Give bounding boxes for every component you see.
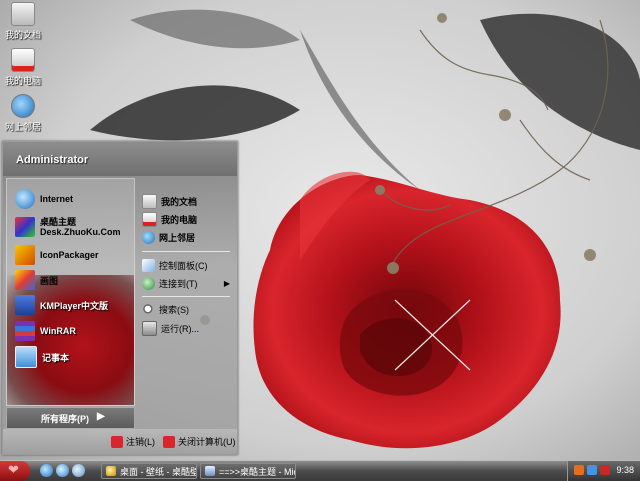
task-button-theme[interactable]: ==>>桌酷主题 - Mic...	[200, 463, 296, 479]
control-panel-icon	[142, 258, 155, 272]
menu-item-label: 我的电脑	[161, 214, 198, 225]
log-off-label: 注销(L)	[126, 437, 155, 447]
start-menu-header: Administrator	[3, 142, 237, 176]
globe-icon	[11, 94, 35, 118]
menu-item-paint[interactable]: 画图	[15, 268, 133, 292]
iconpackager-icon	[15, 245, 35, 265]
paint-icon	[15, 270, 35, 290]
menu-item-label: KMPlayer中文版	[40, 300, 109, 311]
desktop-icon-label: 网上邻居	[4, 122, 41, 132]
taskbar: ❤ 桌面 - 壁纸 - 桌酷壁... ==>>桌酷主题 - Mic... 9:3…	[0, 460, 640, 481]
menu-item-my-computer[interactable]: 我的电脑	[142, 210, 232, 228]
menu-item-label: 控制面板(C)	[159, 260, 208, 271]
search-icon	[142, 302, 155, 316]
tray-shield-icon[interactable]	[600, 465, 610, 475]
log-off-button[interactable]: 注销(L)	[111, 435, 155, 448]
menu-item-search[interactable]: 搜索(S)	[142, 300, 232, 318]
menu-item-winrar[interactable]: WinRAR	[15, 319, 133, 343]
desktop-icon-network[interactable]: 网上邻居	[0, 94, 46, 133]
system-places-panel: 我的文档 我的电脑 网上邻居 控制面板(C) 连接到(T) ▶ 搜索(S) 运行…	[136, 178, 235, 404]
notepad-icon	[15, 346, 37, 368]
log-off-icon	[111, 435, 123, 448]
menu-separator	[142, 296, 230, 297]
menu-item-label: 我的文档	[161, 196, 198, 207]
folder-icon	[142, 193, 157, 209]
all-programs-button[interactable]: 所有程序(P) ▶	[6, 407, 135, 429]
winrar-icon	[15, 321, 35, 341]
start-menu-footer: 注销(L) 关闭计算机(U)	[3, 429, 237, 454]
tray-app-icon[interactable]	[574, 465, 584, 475]
network-connect-icon	[142, 276, 155, 290]
user-name: Administrator	[16, 154, 89, 166]
menu-item-label: WinRAR	[40, 326, 76, 336]
menu-item-label: 搜索(S)	[159, 304, 189, 315]
computer-icon	[11, 48, 35, 72]
desktop-icon-label: 我的文档	[4, 30, 41, 40]
menu-item-connect-to[interactable]: 连接到(T) ▶	[142, 274, 232, 292]
globe-icon	[142, 230, 155, 244]
system-tray: 9:38	[567, 461, 640, 481]
desktop-icon-my-documents[interactable]: 我的文档	[0, 2, 46, 41]
task-label: 桌面 - 壁纸 - 桌酷壁...	[120, 466, 197, 477]
clock[interactable]: 9:38	[616, 465, 634, 475]
task-label: ==>>桌酷主题 - Mic...	[219, 466, 295, 477]
menu-item-network[interactable]: 网上邻居	[142, 228, 232, 246]
menu-item-iconpackager[interactable]: IconPackager	[15, 243, 133, 267]
shut-down-label: 关闭计算机(U)	[178, 437, 236, 447]
power-icon	[163, 435, 175, 448]
menu-item-label: 网上邻居	[159, 232, 196, 243]
menu-item-kmplayer[interactable]: KMPlayer中文版	[15, 293, 133, 317]
desktop-icon-label: 我的电脑	[4, 76, 41, 86]
tray-network-icon[interactable]	[587, 465, 597, 475]
chevron-right-icon: ▶	[223, 278, 230, 288]
start-menu: Administrator Internet 桌酷主题 Desk.ZhuoKu.…	[2, 141, 238, 455]
menu-item-label: Internet	[40, 194, 74, 204]
menu-separator	[142, 251, 230, 252]
quicklaunch-globe-icon[interactable]	[56, 464, 69, 477]
menu-item-label: IconPackager	[40, 250, 99, 260]
pinned-programs-panel: Internet 桌酷主题 Desk.ZhuoKu.Com IconPackag…	[6, 178, 135, 406]
menu-item-control-panel[interactable]: 控制面板(C)	[142, 256, 232, 274]
menu-item-internet[interactable]: Internet	[15, 187, 133, 211]
shut-down-button[interactable]: 关闭计算机(U)	[163, 435, 236, 448]
menu-item-zhuoku-theme[interactable]: 桌酷主题 Desk.ZhuoKu.Com	[15, 215, 133, 239]
task-button-wallpaper[interactable]: 桌面 - 壁纸 - 桌酷壁...	[101, 463, 197, 479]
menu-item-sublabel: Desk.ZhuoKu.Com	[40, 227, 121, 237]
menu-item-label: 桌酷主题	[40, 217, 77, 227]
menu-item-label: 记事本	[42, 352, 70, 363]
menu-item-label: 运行(R)...	[161, 323, 199, 334]
computer-icon	[142, 211, 157, 227]
all-programs-label: 所有程序(P)	[41, 414, 89, 424]
document-icon	[205, 466, 215, 476]
run-icon	[142, 320, 157, 336]
menu-item-label: 画图	[40, 275, 59, 286]
menu-item-notepad[interactable]: 记事本	[15, 345, 133, 369]
heart-icon: ❤	[8, 462, 19, 477]
theme-icon	[15, 217, 35, 237]
menu-item-label: 连接到(T)	[159, 278, 198, 289]
quicklaunch-desktop-icon[interactable]	[72, 464, 85, 477]
desktop-icon-my-computer[interactable]: 我的电脑	[0, 48, 46, 87]
menu-item-my-documents[interactable]: 我的文档	[142, 192, 232, 210]
menu-item-run[interactable]: 运行(R)...	[142, 319, 232, 337]
browser-icon	[106, 466, 116, 476]
kmplayer-icon	[15, 295, 35, 315]
arrow-right-icon: ▶	[97, 411, 105, 422]
internet-explorer-icon	[15, 189, 35, 209]
folder-icon	[11, 2, 35, 26]
start-button[interactable]: ❤	[0, 461, 30, 481]
quicklaunch-ie-icon[interactable]	[40, 464, 53, 477]
